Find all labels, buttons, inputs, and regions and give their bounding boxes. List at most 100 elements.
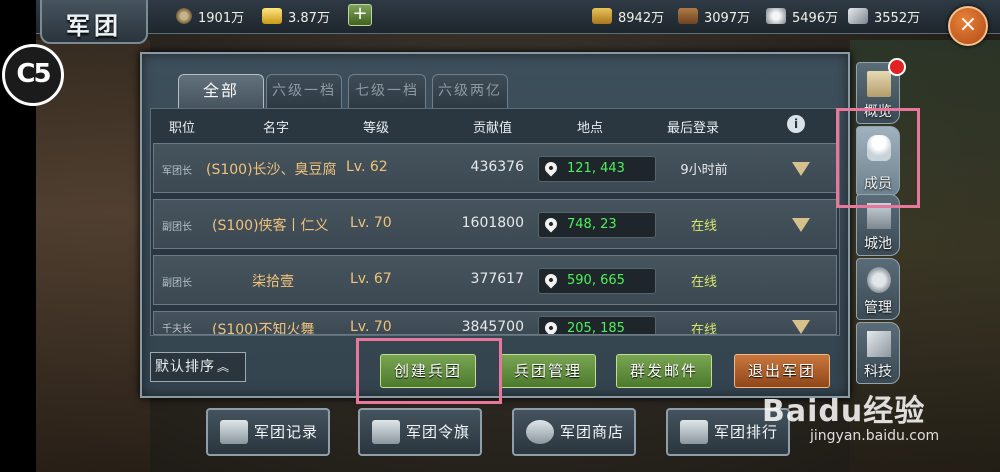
manage-icon (867, 267, 891, 293)
member-location[interactable]: 205, 185 (538, 316, 656, 335)
window-title-plate: 军团 (40, 0, 148, 44)
location-coords: 121, 443 (567, 161, 625, 176)
header-level: 等级 (363, 121, 390, 136)
grain-value: 8942万 (618, 10, 665, 26)
background-scene-left (30, 40, 150, 472)
army-manage-button[interactable]: 兵团管理 (500, 354, 596, 388)
leave-legion-button[interactable]: 退出军团 (734, 354, 830, 388)
member-rank: 千夫长 (162, 324, 192, 335)
wood-resource: 3097万 (678, 5, 750, 27)
location-coords: 590, 665 (567, 273, 625, 288)
location-pin-icon (542, 271, 560, 289)
info-icon[interactable]: i (787, 115, 805, 133)
baidu-watermark: Baidu经验 jingyan.baidu.com (762, 386, 994, 470)
member-last-login: 在线 (690, 219, 717, 234)
tab-all[interactable]: 全部 (178, 74, 264, 108)
member-location[interactable]: 121, 443 (538, 156, 656, 182)
table-header: 职位 名字 等级 贡献值 地点 最后登录 i (151, 109, 839, 141)
iron-resource: 3552万 (848, 5, 920, 27)
add-gold-button[interactable]: + (348, 4, 372, 26)
side-tab-label: 管理 (864, 300, 892, 316)
members-table: 职位 名字 等级 贡献值 地点 最后登录 i 军团长 (S100)长沙、臭豆腐 … (150, 108, 840, 336)
gold-resource: 3.87万 (262, 5, 330, 27)
window-title: 军团 (66, 11, 122, 40)
member-contribution: 436376 (470, 159, 524, 175)
members-tab-highlight (836, 108, 920, 208)
bottom-button-label: 军团商店 (559, 423, 624, 441)
copper-value: 1901万 (198, 10, 245, 26)
header-location: 地点 (577, 121, 604, 136)
tab-level6-200m[interactable]: 六级两亿 (432, 74, 508, 108)
notification-badge (888, 58, 906, 76)
close-button[interactable]: × (948, 6, 988, 46)
location-pin-icon (542, 159, 560, 177)
wood-value: 3097万 (704, 10, 751, 26)
sort-label: 默认排序 (155, 359, 215, 375)
tab-level6-group1[interactable]: 六级一档 (266, 74, 342, 108)
member-level: Lv. 67 (350, 271, 392, 287)
member-rank: 副团长 (162, 278, 192, 289)
member-name: (S100)不知火舞 (212, 322, 315, 335)
header-contribution: 贡献值 (473, 121, 513, 136)
legion-shop-button[interactable]: 军团商店 (512, 408, 636, 456)
location-coords: 205, 185 (567, 321, 625, 335)
tech-icon (867, 331, 891, 357)
member-location[interactable]: 748, 23 (538, 212, 656, 238)
member-last-login: 在线 (690, 275, 717, 290)
side-tab-label: 城池 (864, 236, 892, 252)
tab-level7-group1[interactable]: 七级一档 (348, 74, 426, 108)
wood-icon (678, 8, 698, 24)
side-tab-label: 科技 (864, 364, 892, 380)
header-rank: 职位 (169, 121, 196, 136)
bottom-button-label: 军团记录 (253, 423, 318, 441)
copper-resource: 1901万 (176, 5, 244, 27)
expand-arrow-icon[interactable] (792, 162, 810, 176)
header-name: 名字 (263, 121, 290, 136)
stone-value: 5496万 (792, 10, 839, 26)
side-tab-tech[interactable]: 科技 (856, 322, 900, 384)
member-contribution: 3845700 (461, 319, 524, 335)
legion-banner-button[interactable]: 军团令旗 (358, 408, 482, 456)
banner-flag-icon (372, 420, 400, 444)
record-flag-icon (220, 420, 248, 444)
gold-value: 3.87万 (288, 10, 330, 26)
member-rank: 副团长 (162, 222, 192, 233)
location-pin-icon (542, 319, 560, 334)
member-level: Lv. 70 (350, 319, 392, 335)
expand-arrow-icon[interactable] (792, 218, 810, 232)
mass-mail-button[interactable]: 群发邮件 (616, 354, 712, 388)
table-row[interactable]: 千夫长 (S100)不知火舞 Lv. 70 3845700 205, 185 在… (153, 311, 837, 335)
default-sort-button[interactable]: 默认排序 ︽ (150, 352, 246, 382)
watermark-brand: Baidu经验 (762, 394, 926, 429)
c5-logo: C5 (2, 44, 64, 106)
stone-resource: 5496万 (766, 5, 838, 27)
member-name: (S100)长沙、臭豆腐 (206, 162, 337, 178)
member-location[interactable]: 590, 665 (538, 268, 656, 294)
table-row[interactable]: 军团长 (S100)长沙、臭豆腐 Lv. 62 436376 121, 443 … (153, 143, 837, 193)
location-pin-icon (542, 215, 560, 233)
grain-resource: 8942万 (592, 5, 664, 27)
member-level: Lv. 62 (346, 159, 388, 175)
legion-record-button[interactable]: 军团记录 (206, 408, 330, 456)
copper-coin-icon (176, 8, 192, 24)
stone-icon (766, 8, 786, 24)
table-row[interactable]: 副团长 (S100)侠客丨仁义 Lv. 70 1601800 748, 23 在… (153, 199, 837, 249)
member-contribution: 1601800 (461, 215, 524, 231)
member-level: Lv. 70 (350, 215, 392, 231)
table-row[interactable]: 副团长 柒拾壹 Lv. 67 377617 590, 665 在线 (153, 255, 837, 305)
member-last-login: 9小时前 (680, 163, 728, 178)
location-coords: 748, 23 (567, 217, 617, 232)
chevron-up-icon: ︽ (217, 360, 231, 374)
member-contribution: 377617 (470, 271, 524, 287)
coins-icon (526, 420, 554, 444)
create-army-highlight (356, 338, 502, 404)
header-last-login: 最后登录 (667, 121, 720, 136)
member-name: (S100)侠客丨仁义 (212, 218, 329, 234)
iron-icon (848, 8, 868, 24)
side-tab-manage[interactable]: 管理 (856, 258, 900, 320)
grain-icon (592, 8, 612, 24)
gold-ingot-icon (262, 8, 282, 24)
scroll-icon (867, 71, 891, 97)
member-name: 柒拾壹 (252, 274, 294, 290)
expand-arrow-icon[interactable] (792, 320, 810, 334)
